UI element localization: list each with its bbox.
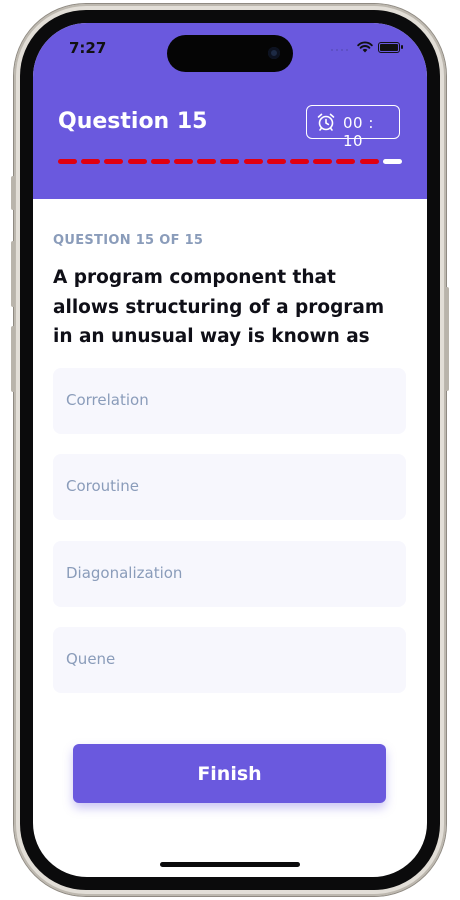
progress-segment [197, 159, 217, 164]
answer-option-label: Coroutine [66, 477, 139, 495]
answer-option[interactable]: Correlation [53, 368, 406, 434]
answer-option-label: Quene [66, 650, 116, 668]
progress-segment [243, 159, 263, 164]
battery-icon [378, 42, 400, 53]
timer: 00 : 10 [306, 105, 400, 150]
question-text: A program component that allows structur… [53, 267, 385, 347]
timer-text: 00 : 10 [343, 114, 374, 150]
progress-segment [81, 159, 101, 164]
status-icons [331, 41, 405, 55]
answer-option-label: Diagonalization [66, 564, 183, 582]
question-counter: QUESTION 15 OF 15 [53, 233, 204, 248]
home-indicator [160, 862, 300, 867]
signal-icon [331, 47, 349, 51]
volume-down-button [11, 326, 15, 392]
question-title: Question 15 [58, 109, 208, 134]
action-button [11, 176, 15, 210]
progress-segment [150, 159, 170, 164]
answer-option[interactable]: Quene [53, 627, 406, 693]
progress-segment [58, 159, 77, 164]
quiz-header: 7:27 Question 15 00: 10 [33, 23, 427, 199]
dynamic-island [167, 35, 293, 72]
progress-segment [313, 159, 333, 164]
progress-segment [104, 159, 124, 164]
progress-segment [290, 159, 310, 164]
answer-option-label: Correlation [66, 391, 149, 409]
progress-segment [336, 159, 356, 164]
answer-option[interactable]: Diagonalization [53, 541, 406, 607]
answer-option[interactable]: Coroutine [53, 454, 406, 520]
progress-segment [266, 159, 286, 164]
power-button [445, 287, 449, 391]
alarm-clock-icon [317, 113, 335, 131]
status-time: 7:27 [69, 39, 107, 57]
progress-segment [174, 159, 194, 164]
progress-segment [382, 159, 402, 164]
question-content: QUESTION 15 OF 15 A program component th… [53, 233, 407, 352]
progress-segment [127, 159, 147, 164]
wifi-icon [357, 41, 373, 53]
app-screen: 7:27 Question 15 00: 10 QUESTION 15 OF … [33, 23, 427, 877]
finish-button[interactable]: Finish [73, 744, 386, 803]
camera-icon [268, 47, 280, 59]
volume-up-button [11, 241, 15, 307]
question-progress-bar [58, 159, 402, 165]
progress-segment [220, 159, 240, 164]
progress-segment [359, 159, 379, 164]
